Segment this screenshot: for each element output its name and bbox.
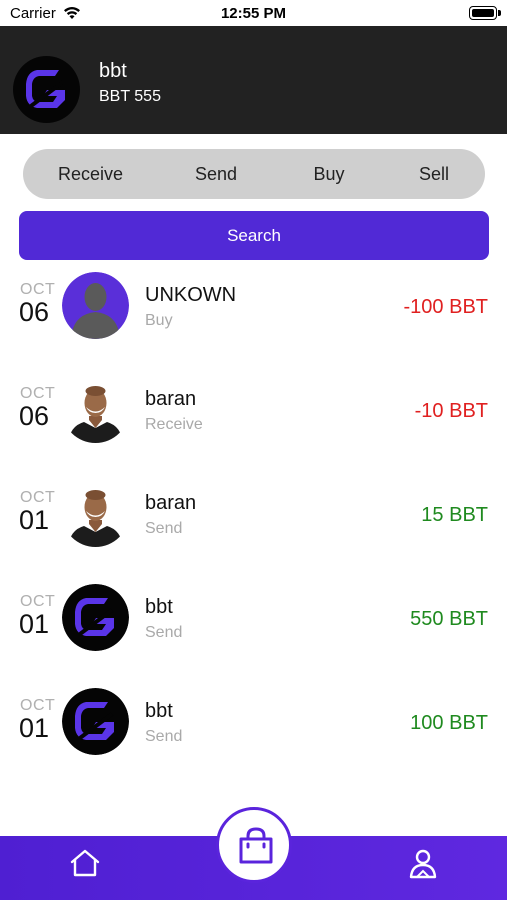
shopping-bag-icon: [239, 827, 273, 864]
tx-name: bbt: [145, 596, 173, 618]
shop-button[interactable]: [216, 807, 292, 883]
tx-day: 01: [19, 713, 50, 743]
tx-name: UNKOWN: [145, 284, 237, 306]
action-segment: Receive Send Buy Sell: [23, 149, 485, 199]
tx-amount: -100 BBT: [403, 296, 488, 318]
transaction-row[interactable]: OCT 01 baran Send 15 BBT: [0, 478, 507, 582]
transaction-row[interactable]: OCT 01 bbt Send 550 BBT: [0, 582, 507, 686]
search-button[interactable]: Search: [19, 211, 489, 260]
tx-amount: 15 BBT: [421, 504, 488, 526]
home-icon[interactable]: [68, 848, 102, 878]
account-header: bbt BBT 555: [0, 26, 507, 134]
buy-button[interactable]: Buy: [285, 149, 373, 199]
tx-type: Buy: [145, 312, 173, 329]
transaction-row[interactable]: OCT 06 baran Receive -10 BBT: [0, 374, 507, 478]
tx-day: 06: [19, 401, 50, 431]
sell-button[interactable]: Sell: [393, 149, 475, 199]
tx-type: Send: [145, 520, 183, 537]
tx-day: 01: [19, 609, 50, 639]
tx-day: 06: [19, 297, 50, 327]
person-photo-avatar: [62, 480, 129, 547]
tx-type: Send: [145, 624, 183, 641]
bbt-logo-icon: [62, 584, 129, 651]
bbt-logo-icon: [62, 688, 129, 755]
receive-button[interactable]: Receive: [43, 149, 138, 199]
person-photo-avatar: [62, 376, 129, 443]
status-bar: Carrier 12:55 PM: [0, 0, 507, 26]
tx-amount: 550 BBT: [410, 608, 488, 630]
account-balance: BBT 555: [99, 88, 161, 105]
tx-type: Send: [145, 728, 183, 745]
tx-amount: 100 BBT: [410, 712, 488, 734]
transaction-row[interactable]: OCT 06 UNKOWN Buy -100 BBT: [0, 270, 507, 374]
send-button[interactable]: Send: [171, 149, 261, 199]
bbt-logo-icon: [13, 56, 80, 123]
placeholder-person-icon: [62, 272, 129, 339]
tx-type: Receive: [145, 416, 203, 433]
clock: 12:55 PM: [220, 5, 287, 22]
tx-name: baran: [145, 492, 197, 514]
tx-name: baran: [145, 388, 197, 410]
account-name: bbt: [99, 60, 127, 82]
profile-icon[interactable]: [408, 846, 438, 880]
tx-day: 01: [19, 505, 50, 535]
tx-name: bbt: [145, 700, 173, 722]
tx-amount: -10 BBT: [414, 400, 488, 422]
transaction-row[interactable]: OCT 01 bbt Send 100 BBT: [0, 686, 507, 790]
battery-icon: [469, 6, 501, 20]
